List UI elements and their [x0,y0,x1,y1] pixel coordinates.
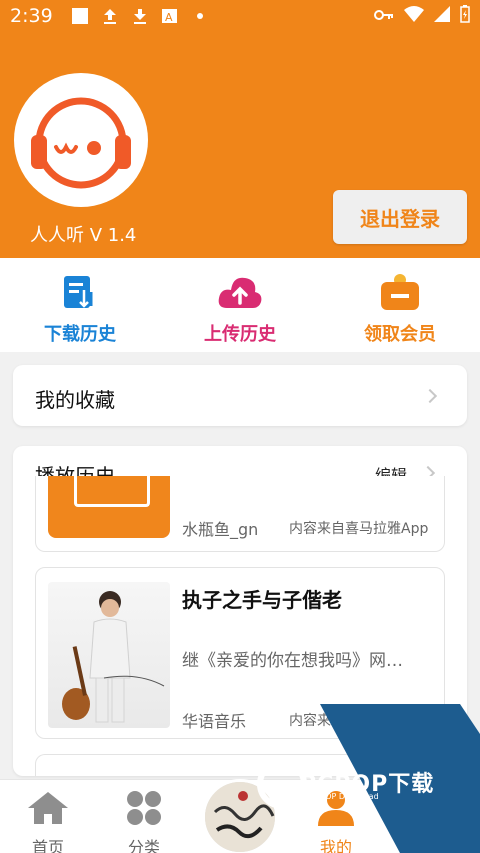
svg-text:A: A [165,11,173,24]
tab-category[interactable]: 分类 [104,790,184,853]
claim-membership-label: 领取会员 [364,324,436,345]
key-icon [374,7,394,26]
history-item-author: 水瓶鱼_gn [182,520,259,539]
album-cover [48,476,170,538]
category-icon [127,791,161,825]
tab-home-label: 首页 [31,838,64,853]
signal-icon [434,6,450,26]
upload-history-label: 上传历史 [204,324,276,345]
headphones-logo-icon [31,97,131,189]
wifi-icon [404,6,424,26]
singer-with-guitar-image [62,591,165,723]
cloud-upload-icon [218,277,262,308]
history-item-author: 华语音乐 [182,712,247,731]
history-item-title: 执子之手与子偕老 [182,588,342,612]
logout-button[interactable]: 退出登录 [333,190,467,244]
upload-icon [101,7,119,25]
quick-actions: 下载历史 上传历史 领取会员 [0,258,480,352]
download-history-label: 下载历史 [44,324,116,345]
status-time: 2:39 [10,5,53,27]
app-version-label: 人人听 V 1.4 [30,225,137,246]
history-item[interactable]: 水瓶鱼_gn 内容来自喜马拉雅App [35,476,445,552]
a-icon: A [161,7,179,25]
avatar[interactable] [14,73,148,207]
history-item-description: 继《亲爱的你在想我吗》网… [182,651,403,671]
favorites-title: 我的收藏 [35,388,115,412]
history-item-source: 内容来自喜马拉雅App [289,521,429,537]
dot-icon [191,7,209,25]
watermark-subtext: PCPOP Download [310,792,379,801]
album-cover [48,582,170,728]
tab-home[interactable]: 首页 [8,790,88,853]
gift-box-icon [381,274,419,310]
chevron-right-icon [422,388,438,404]
notification-square-icon [71,7,89,25]
download-history-button[interactable]: 下载历史 [20,272,140,346]
tab-category-label: 分类 [127,838,160,853]
profile-header: 2:39 A 人人听 V 1.4 退出登录 [0,0,480,258]
download-history-icon [64,276,93,308]
claim-membership-button[interactable]: 领取会员 [340,272,460,346]
download-icon [131,7,149,25]
favorites-row[interactable]: 我的收藏 [13,365,467,426]
battery-icon [460,5,470,27]
home-icon [28,792,68,824]
status-bar: 2:39 A [0,0,480,32]
upload-history-button[interactable]: 上传历史 [180,272,300,346]
